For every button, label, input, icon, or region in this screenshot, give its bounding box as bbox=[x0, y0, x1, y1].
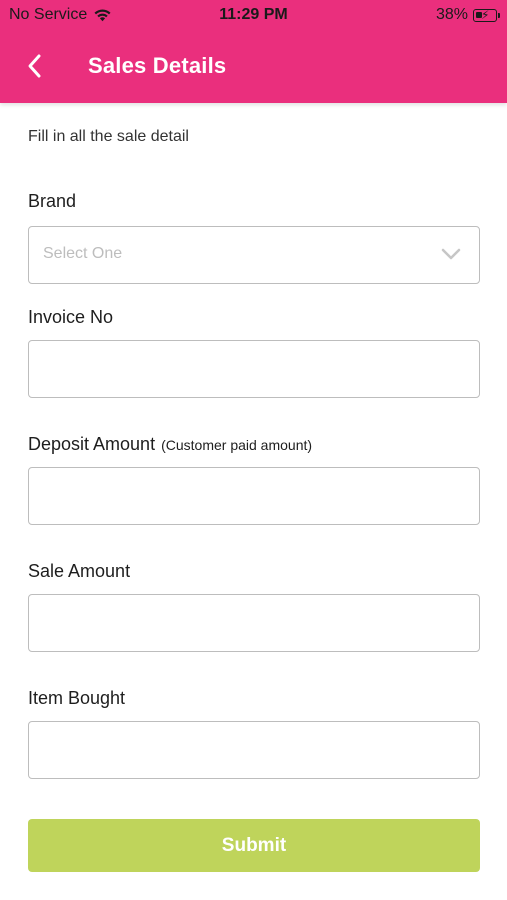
invoice-input[interactable] bbox=[29, 341, 479, 397]
brand-select[interactable]: Select One bbox=[28, 226, 480, 284]
submit-button[interactable]: Submit bbox=[28, 819, 480, 872]
chevron-down-icon bbox=[441, 248, 461, 260]
item-bought-field-box bbox=[28, 721, 480, 779]
brand-select-placeholder: Select One bbox=[43, 245, 123, 262]
sale-amount-input[interactable] bbox=[29, 595, 479, 651]
deposit-field-box bbox=[28, 467, 480, 525]
item-bought-label: Item Bought bbox=[28, 688, 126, 708]
app-header: No Service 11:29 PM 38% ⚡ Sales Details bbox=[0, 0, 507, 103]
navigation-bar: Sales Details bbox=[0, 40, 507, 92]
status-time: 11:29 PM bbox=[219, 6, 288, 23]
form-instructions: Fill in all the sale detail bbox=[28, 128, 189, 145]
deposit-sublabel: (Customer paid amount) bbox=[161, 437, 313, 453]
item-bought-input[interactable] bbox=[29, 722, 479, 778]
invoice-field-box bbox=[28, 340, 480, 398]
deposit-label-text: Deposit Amount bbox=[28, 434, 156, 454]
sale-amount-label: Sale Amount bbox=[28, 561, 131, 581]
battery-icon: ⚡ bbox=[473, 8, 500, 22]
deposit-label: Deposit Amount (Customer paid amount) bbox=[28, 434, 312, 455]
status-bar: No Service 11:29 PM 38% ⚡ bbox=[0, 0, 507, 30]
chevron-left-icon bbox=[28, 54, 41, 78]
status-right: 38% ⚡ bbox=[435, 6, 500, 24]
battery-percent: 38% bbox=[435, 6, 468, 23]
back-button[interactable] bbox=[22, 52, 50, 80]
brand-label: Brand bbox=[28, 191, 77, 211]
deposit-amount-input[interactable] bbox=[29, 468, 479, 524]
invoice-label: Invoice No bbox=[28, 307, 114, 327]
sale-amount-field-box bbox=[28, 594, 480, 652]
page-title: Sales Details bbox=[88, 53, 227, 78]
